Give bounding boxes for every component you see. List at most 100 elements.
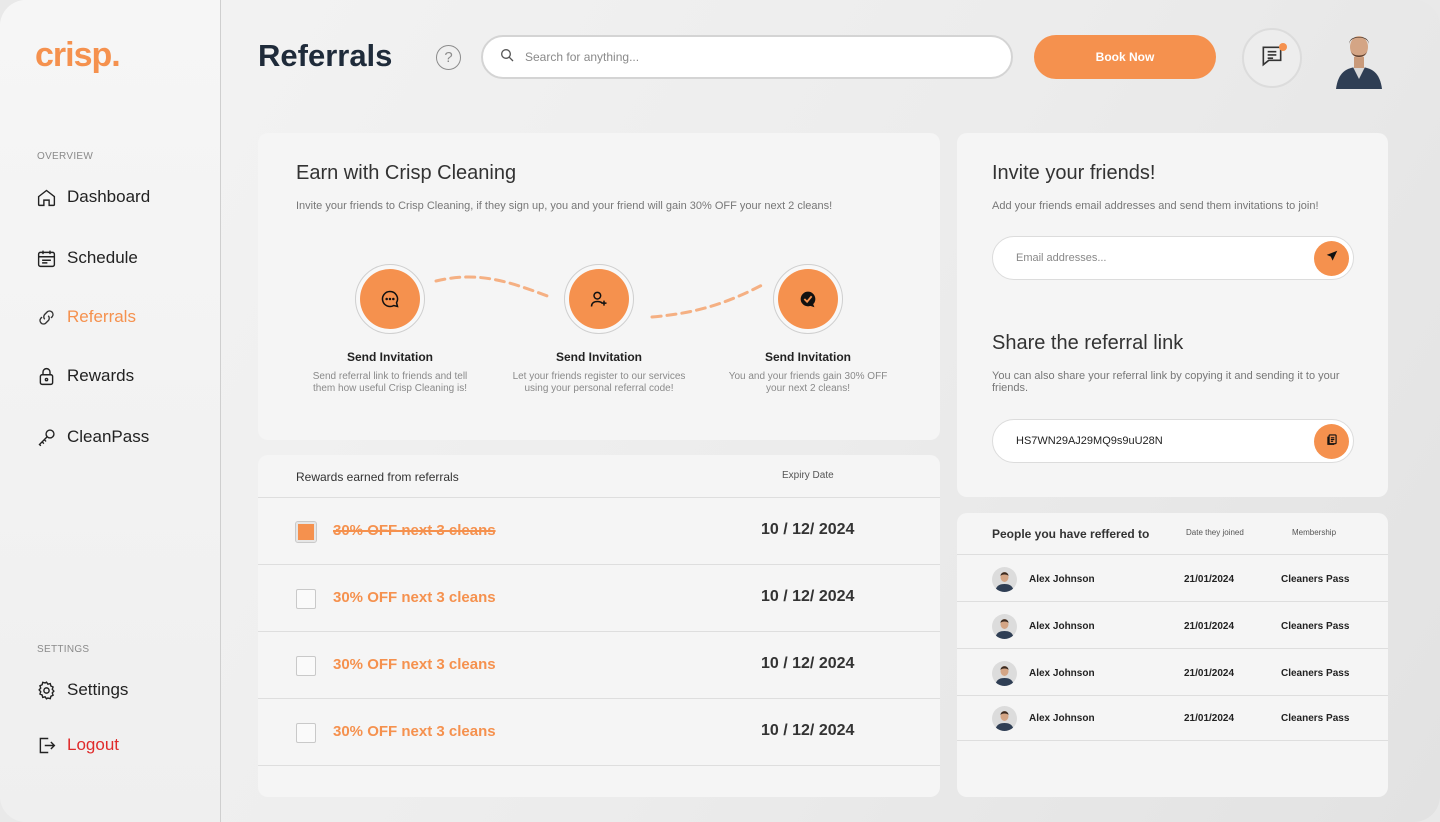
person-name: Alex Johnson [1029, 621, 1095, 632]
page-title: Referrals [258, 38, 393, 73]
search-input[interactable] [525, 50, 985, 64]
reward-checkbox[interactable] [296, 656, 316, 676]
copy-icon [1325, 432, 1339, 451]
referral-code[interactable]: HS7WN29AJ29MQ9s9uU28N [1016, 435, 1163, 447]
reward-label: 30% OFF next 3 cleans [333, 723, 496, 740]
table-row: 30% OFF next 3 cleans 10 / 12/ 2024 [258, 565, 940, 632]
crisp-logo[interactable]: crisp. [35, 36, 121, 75]
avatar [992, 661, 1017, 686]
key-icon [35, 426, 57, 448]
sidebar-item-label: Logout [67, 735, 119, 754]
reward-expiry-date: 10 / 12/ 2024 [761, 655, 855, 672]
messages-button[interactable] [1242, 28, 1302, 88]
reward-label: 30% OFF next 3 cleans [333, 656, 496, 673]
book-now-button[interactable]: Book Now [1034, 35, 1216, 79]
settings-section-label: SETTINGS [37, 644, 90, 655]
copy-link-button[interactable] [1314, 424, 1349, 459]
reward-checkbox[interactable] [296, 723, 316, 743]
calendar-icon [35, 247, 57, 269]
home-icon [35, 186, 57, 208]
sidebar-item-cleanpass[interactable]: CleanPass [35, 424, 149, 450]
notification-dot [1279, 43, 1287, 51]
share-subtitle: You can also share your referral link by… [992, 370, 1340, 394]
sidebar-item-rewards[interactable]: Rewards [35, 363, 134, 389]
chat-icon [360, 269, 420, 329]
rewards-header-label: Rewards earned from referrals [296, 470, 459, 484]
person-joined-date: 21/01/2024 [1184, 713, 1235, 724]
table-row: 30% OFF next 3 cleans 10 / 12/ 2024 [258, 632, 940, 699]
share-title: Share the referral link [992, 332, 1184, 354]
sidebar-item-dashboard[interactable]: Dashboard [35, 184, 150, 210]
person-joined-date: 21/01/2024 [1184, 574, 1235, 585]
step-description: using your personal referral code! [524, 383, 674, 394]
help-button[interactable]: ? [436, 45, 461, 70]
expiry-header-label: Expiry Date [782, 470, 834, 481]
rewards-table: Rewards earned from referrals Expiry Dat… [258, 455, 940, 797]
sidebar-item-label: Referrals [67, 307, 136, 326]
person-membership: Cleaners Pass [1281, 574, 1350, 585]
table-row[interactable]: Alex Johnson 21/01/2024 Cleaners Pass [957, 694, 1388, 741]
person-name: Alex Johnson [1029, 574, 1095, 585]
person-name: Alex Johnson [1029, 713, 1095, 724]
link-icon [35, 306, 57, 328]
reward-expiry-date: 10 / 12/ 2024 [761, 722, 855, 739]
step-description: them how useful Crisp Cleaning is! [313, 383, 467, 394]
step-1: Send Invitation Send referral link to fr… [290, 264, 490, 395]
person-membership: Cleaners Pass [1281, 668, 1350, 679]
person-name: Alex Johnson [1029, 668, 1095, 679]
step-title: Send Invitation [555, 350, 642, 364]
sidebar-item-logout[interactable]: Logout [35, 732, 119, 758]
sidebar-item-label: Dashboard [67, 187, 151, 206]
step-2: Send Invitation Let your friends registe… [499, 264, 699, 395]
referred-people-table: People you have reffered to Date they jo… [957, 513, 1388, 797]
gear-icon [35, 679, 57, 701]
person-joined-date: 21/01/2024 [1184, 621, 1235, 632]
reward-expiry-date: 10 / 12/ 2024 [761, 588, 855, 605]
avatar [992, 567, 1017, 592]
check-badge-icon [778, 269, 838, 329]
search-icon [499, 47, 515, 68]
invite-title: Invite your friends! [992, 162, 1156, 184]
sidebar-item-label: Rewards [67, 366, 135, 385]
sidebar-item-settings[interactable]: Settings [35, 677, 128, 703]
step-description: You and your friends gain 30% OFF [728, 371, 888, 382]
referral-link-field[interactable]: HS7WN29AJ29MQ9s9uU28N [992, 419, 1354, 463]
table-row[interactable]: Alex Johnson 21/01/2024 Cleaners Pass [957, 649, 1388, 696]
reward-label: 30% OFF next 3 cleans [333, 522, 496, 539]
sidebar-item-label: Settings [67, 680, 129, 699]
people-header-label: People you have reffered to [992, 527, 1150, 541]
send-invite-button[interactable] [1314, 241, 1349, 276]
person-membership: Cleaners Pass [1281, 713, 1350, 724]
step-description: Let your friends register to our service… [512, 371, 686, 382]
sidebar-item-label: Schedule [67, 248, 138, 267]
sidebar-item-label: CleanPass [67, 427, 150, 446]
reward-checkbox[interactable] [296, 589, 316, 609]
user-avatar[interactable] [1332, 27, 1386, 89]
rewards-table-header: Rewards earned from referrals Expiry Dat… [258, 455, 940, 498]
app-frame: crisp. OVERVIEW Dashboard Schedule Refer… [0, 0, 1440, 822]
invite-subtitle: Add your friends email addresses and sen… [992, 200, 1319, 212]
user-plus-icon [569, 269, 629, 329]
lock-icon [35, 365, 57, 387]
search-bar[interactable] [481, 35, 1013, 79]
email-input[interactable] [1016, 252, 1296, 264]
sidebar-item-referrals[interactable]: Referrals [35, 304, 136, 330]
sidebar-item-schedule[interactable]: Schedule [35, 245, 138, 271]
people-table-header: People you have reffered to Date they jo… [957, 513, 1388, 555]
send-icon [1325, 249, 1339, 268]
step-title: Send Invitation [346, 350, 433, 364]
reward-label: 30% OFF next 3 cleans [333, 589, 496, 606]
table-row[interactable]: Alex Johnson 21/01/2024 Cleaners Pass [957, 555, 1388, 602]
earn-card: Earn with Crisp Cleaning Invite your fri… [258, 133, 940, 440]
person-joined-date: 21/01/2024 [1184, 668, 1235, 679]
avatar [992, 614, 1017, 639]
table-row[interactable]: Alex Johnson 21/01/2024 Cleaners Pass [957, 602, 1388, 649]
avatar [992, 706, 1017, 731]
joined-header-label: Date they joined [1186, 528, 1244, 537]
step-description: Send referral link to friends and tell [312, 371, 468, 382]
sidebar: crisp. OVERVIEW Dashboard Schedule Refer… [0, 0, 221, 822]
reward-checkbox[interactable] [295, 521, 317, 543]
email-field[interactable] [992, 236, 1354, 280]
step-title: Send Invitation [764, 350, 851, 364]
person-membership: Cleaners Pass [1281, 621, 1350, 632]
